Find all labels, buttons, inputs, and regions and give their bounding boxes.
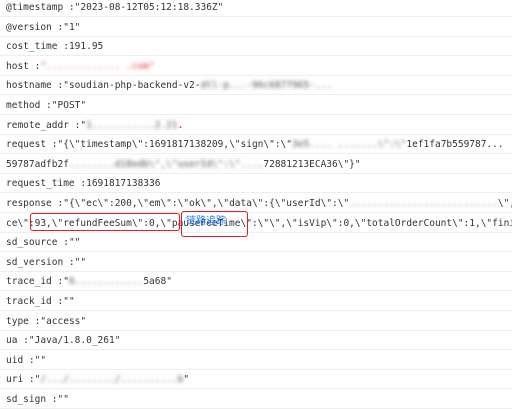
key-separator: : <box>51 276 64 288</box>
masked-value: "............. .com" <box>40 60 155 72</box>
field-key: track_id <box>6 296 52 307</box>
key-separator: : <box>23 374 35 386</box>
log-detail-panel: @timestamp :"2023-08-12T05:12:18.336Z" @v… <box>0 0 512 409</box>
log-field-row: @version :"1" <box>0 18 512 37</box>
log-field-row: type :"access" <box>0 312 512 331</box>
log-field-row: cost_time :191.95 <box>0 37 512 57</box>
field-key: remote_addr <box>6 119 69 131</box>
log-field-row: trace_id :"6............5a68" <box>0 272 512 292</box>
key-separator: : <box>46 139 58 151</box>
key-separator: : <box>63 256 75 268</box>
field-key: @version <box>6 21 52 33</box>
field-key: type <box>6 315 29 327</box>
field-value[interactable]: "" <box>63 296 74 307</box>
masked-value: 6............ <box>68 276 144 288</box>
field-key: hostname <box>6 80 52 92</box>
log-field-row: @timestamp :"2023-08-12T05:12:18.336Z" <box>0 0 512 17</box>
key-separator: : <box>51 21 64 33</box>
trace-link[interactable]: 链路追踪 <box>186 216 226 228</box>
key-separator: : <box>74 178 87 190</box>
log-field-row: method :"POST" <box>0 96 512 115</box>
key-separator: : <box>28 315 41 327</box>
field-value[interactable]: "" <box>35 355 46 366</box>
key-separator: : <box>63 2 75 13</box>
field-key: sd_source <box>6 237 58 249</box>
value-tail: " <box>183 374 190 386</box>
field-value[interactable]: "{\"ec\":200,\"em\":\"ok\",\"data\":{\"u… <box>63 198 349 209</box>
field-value[interactable]: "access" <box>40 316 86 327</box>
field-key: ua <box>6 335 18 347</box>
field-key: uid <box>6 354 24 366</box>
field-key: sd_version <box>6 256 64 268</box>
field-key: request <box>6 139 47 151</box>
field-key: sd_sign <box>6 394 47 405</box>
key-separator: : <box>40 100 52 111</box>
field-value[interactable]: "POST" <box>52 100 86 111</box>
masked-value: .......................... <box>349 198 498 209</box>
log-field-row: request :"{\"timestamp\":1691817138209,\… <box>0 135 512 155</box>
field-value[interactable]: "1" <box>63 22 80 33</box>
key-separator: : <box>57 41 69 53</box>
value-tail: 1ef1fa7b559787... <box>406 139 504 151</box>
log-field-row: remote_addr :"1...........2.21. <box>0 116 512 135</box>
field-key: cost_time <box>6 41 58 53</box>
key-separator: : <box>23 354 35 366</box>
field-value[interactable]: 191.95 <box>69 41 103 52</box>
log-field-row: request_time :1691817138336 <box>0 174 512 194</box>
log-field-row: track_id :"" <box>0 292 512 311</box>
log-field-row: hostname :"soudian-php-backend-v2-dtl-p.… <box>0 76 512 96</box>
key-separator: : <box>17 335 29 347</box>
value-tail: \",\"openId\":\" <box>497 198 512 209</box>
key-separator: : <box>51 296 64 307</box>
key-separator: : <box>28 60 41 72</box>
key-separator: : <box>51 80 64 92</box>
field-value[interactable]: "{\"timestamp\":1691817138209,\"sign\":\… <box>58 139 293 150</box>
field-key: @timestamp <box>6 2 64 13</box>
masked-value: ........d18edb\",\"userId\":\".... <box>68 158 264 170</box>
masked-value: 3e5.... .......\":\" <box>292 139 407 151</box>
field-value[interactable]: 59787adfb2f <box>6 159 69 170</box>
trace-id-highlight <box>30 213 180 231</box>
field-key: trace_id <box>6 276 52 288</box>
key-separator: : <box>51 198 64 209</box>
value-tail: 72881213ECA36\"}" <box>263 158 361 170</box>
log-field-row: sd_version :"" <box>0 253 512 272</box>
value-tail: 5a68" <box>143 276 172 288</box>
log-field-row: response :"{\"ec\":200,\"em\":\"ok\",\"d… <box>0 194 512 213</box>
key-separator: : <box>46 394 58 405</box>
field-value[interactable]: "soudian-php-backend-v2- <box>63 80 200 91</box>
log-field-row: 59787adfb2f........d18edb\",\"userId\":\… <box>0 155 512 174</box>
value-suffix: . <box>177 119 184 131</box>
field-value[interactable]: "Java/1.8.0_261" <box>29 335 121 346</box>
log-field-row: ua :"Java/1.8.0_261" <box>0 331 512 351</box>
log-field-row: sd_source :"" <box>0 233 512 253</box>
field-value[interactable]: "" <box>58 394 69 405</box>
key-separator: : <box>68 119 81 131</box>
log-field-row: sd_sign :"" <box>0 390 512 409</box>
field-value[interactable]: "2023-08-12T05:12:18.336Z" <box>75 2 224 13</box>
field-key: uri <box>6 374 24 386</box>
masked-value: /.../......../..........b <box>40 374 184 386</box>
log-field-row: host :"............. .com" <box>0 57 512 76</box>
field-key: request_time <box>6 178 75 190</box>
field-key: method <box>6 100 41 111</box>
field-value[interactable]: 1691817138336 <box>86 178 160 189</box>
log-field-row: uri :"/.../......../..........b" <box>0 370 512 390</box>
field-key: response <box>6 198 52 209</box>
key-separator: : <box>57 237 69 249</box>
log-field-row: uid :"" <box>0 351 512 370</box>
field-value[interactable]: "" <box>75 257 86 268</box>
masked-value: 1...........2.21 <box>86 119 178 131</box>
masked-value: dtl-p...-96c6877965-... <box>200 80 333 92</box>
field-key: host <box>6 60 29 72</box>
field-value[interactable]: "" <box>69 237 80 248</box>
